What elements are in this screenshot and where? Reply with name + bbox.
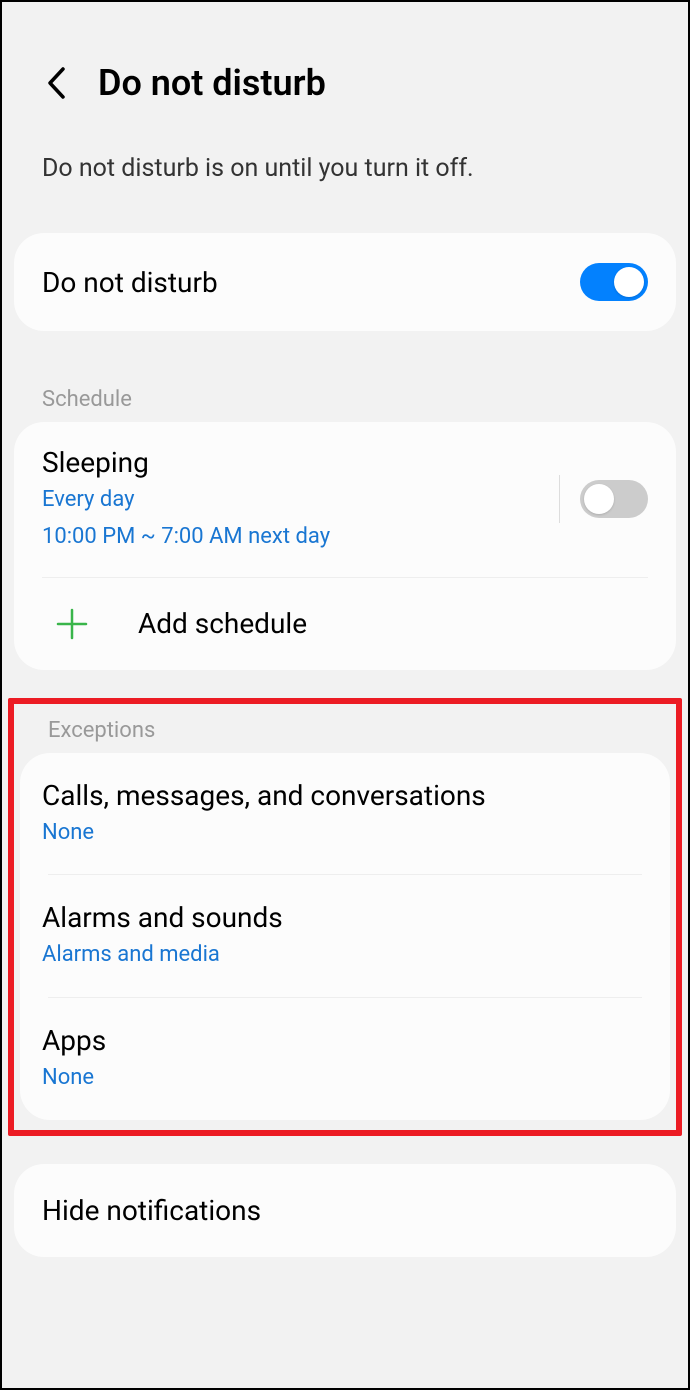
dnd-toggle[interactable]: [580, 263, 648, 301]
add-schedule-row[interactable]: Add schedule: [14, 578, 676, 670]
page-header: Do not disturb: [2, 42, 688, 124]
highlight-annotation: Exceptions Calls, messages, and conversa…: [8, 698, 682, 1136]
sleeping-row[interactable]: Sleeping Every day 10:00 PM ~ 7:00 AM ne…: [14, 422, 676, 577]
dnd-toggle-row[interactable]: Do not disturb: [14, 233, 676, 331]
schedule-card: Sleeping Every day 10:00 PM ~ 7:00 AM ne…: [14, 422, 676, 670]
exception-calls-row[interactable]: Calls, messages, and conversations None: [20, 753, 670, 875]
exceptions-card: Calls, messages, and conversations None …: [20, 753, 670, 1120]
hide-notifications-card: Hide notifications: [14, 1164, 676, 1257]
sleeping-days: Every day: [42, 485, 539, 516]
sleeping-time: 10:00 PM ~ 7:00 AM next day: [42, 522, 539, 553]
exception-title: Apps: [42, 1024, 648, 1057]
exception-value: Alarms and media: [42, 940, 648, 971]
hide-notifications-label: Hide notifications: [42, 1194, 261, 1227]
exception-alarms-row[interactable]: Alarms and sounds Alarms and media: [20, 875, 670, 997]
divider: [559, 475, 560, 523]
exceptions-header: Exceptions: [14, 704, 676, 753]
sleeping-title: Sleeping: [42, 446, 539, 479]
exception-value: None: [42, 1063, 648, 1094]
exception-apps-row[interactable]: Apps None: [20, 998, 670, 1120]
exception-title: Alarms and sounds: [42, 901, 648, 934]
page-title: Do not disturb: [98, 62, 326, 104]
hide-notifications-row[interactable]: Hide notifications: [14, 1164, 676, 1257]
add-schedule-label: Add schedule: [138, 607, 307, 640]
exception-title: Calls, messages, and conversations: [42, 779, 648, 812]
dnd-label: Do not disturb: [42, 266, 218, 299]
plus-icon: [54, 606, 90, 642]
schedule-header: Schedule: [2, 359, 688, 422]
exception-value: None: [42, 818, 648, 849]
dnd-card: Do not disturb: [14, 233, 676, 331]
status-text: Do not disturb is on until you turn it o…: [2, 124, 688, 233]
back-icon[interactable]: [42, 69, 70, 97]
sleeping-toggle[interactable]: [580, 480, 648, 518]
